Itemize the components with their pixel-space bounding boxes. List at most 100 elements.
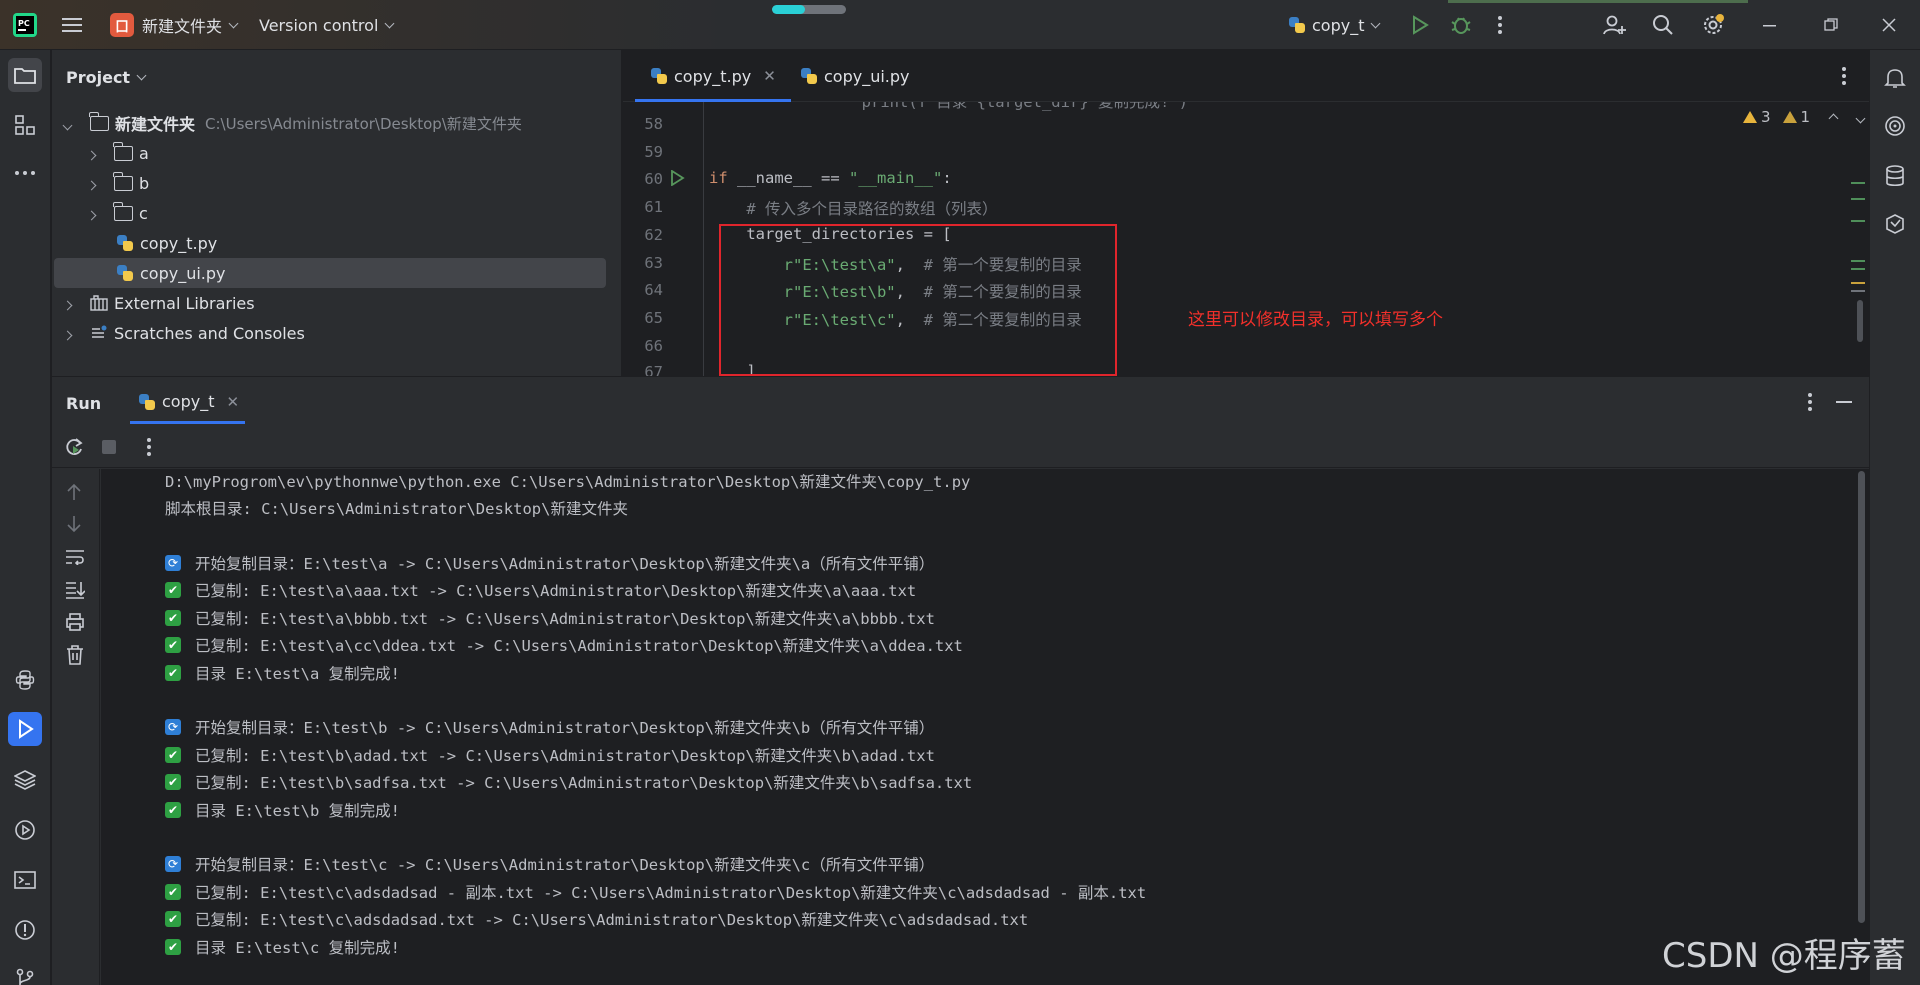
editor-more-button[interactable] [1841,66,1847,90]
chevron-up-icon[interactable] [1828,108,1839,126]
tree-item-label: External Libraries [114,293,255,313]
run-toolbar [52,426,1869,468]
database-button[interactable] [1879,160,1911,192]
code-line[interactable]: 58 [623,110,1823,138]
ai-assistant-button[interactable] [1879,110,1911,142]
run-panel-title: Run [66,394,102,413]
chevron-right-icon [62,300,73,310]
tab-copy-t[interactable]: copy_t.py ✕ [635,50,791,102]
tree-item-root[interactable]: 新建文件夹 C:\Users\Administrator\Desktop\新建文… [54,108,606,138]
version-control-menu[interactable]: Version control [259,0,395,50]
services-tool-button[interactable] [8,813,42,847]
tree-item-folder-a[interactable]: a [54,138,606,168]
check-icon: ✔ [165,747,181,763]
left-tool-strip [0,50,51,985]
vertical-dots-icon[interactable] [146,437,152,457]
code-line[interactable]: 61 # 传入多个目录路径的数组（列表） [623,193,1823,221]
console-output[interactable]: D:\myProgrom\ev\pythonnwe\python.exe C:\… [101,469,1869,985]
plugin-button[interactable] [1879,208,1911,240]
error-stripe-mark[interactable] [1851,268,1865,270]
rerun-icon[interactable] [64,437,84,457]
line-number: 66 [644,337,663,355]
python-packages-icon [15,670,35,690]
hide-panel-icon[interactable] [1836,401,1852,403]
project-panel-header[interactable]: Project [66,68,147,87]
right-tool-strip [1869,50,1920,985]
python-packages-button[interactable] [8,663,42,697]
vcs-label: Version control [259,15,379,35]
code-with-me-button[interactable] [1603,0,1627,50]
folder-icon [14,68,36,84]
debug-button[interactable] [1450,0,1472,50]
error-stripe-mark[interactable] [1851,182,1865,184]
code-line[interactable]: 60 if __name__ == "__main__": [623,165,1823,193]
folder-icon [89,111,109,131]
console-line: ✔ 已复制: E:\test\c\adsdadsad.txt -> C:\User… [165,907,1028,931]
project-switcher[interactable]: 囗 新建文件夹 [110,0,239,50]
soft-wrap-icon[interactable] [65,549,85,565]
code-text: if __name__ == "__main__": [709,169,952,187]
trash-icon[interactable] [66,645,84,665]
plugin-icon [1886,214,1904,234]
tree-item-folder-c[interactable]: c [54,198,606,228]
tree-item-label: copy_ui.py [140,263,226,283]
search-everywhere-button[interactable] [1652,0,1674,50]
background-task-progress[interactable] [772,5,846,14]
chevron-down-icon[interactable] [1855,108,1866,126]
scroll-position-mark[interactable] [1851,290,1865,292]
git-tool-button[interactable] [8,961,42,985]
tab-copy-ui[interactable]: copy_ui.py [785,50,925,102]
more-actions-button[interactable] [1497,0,1503,50]
error-stripe-mark[interactable] [1851,220,1865,222]
run-gutter-icon[interactable] [669,170,685,186]
run-button[interactable] [1410,0,1430,50]
run-panel-options-button[interactable] [1807,392,1813,416]
tree-item-scratches[interactable]: Scratches and Consoles [54,318,606,348]
code-line[interactable]: 59 [623,138,1823,166]
tree-item-external-libraries[interactable]: External Libraries [54,288,606,318]
console-line: ✔ 已复制: E:\test\b\adad.txt -> C:\Users\Adm… [165,743,935,767]
restore-button[interactable] [1824,0,1838,50]
run-config-selector[interactable]: copy_t [1288,0,1381,50]
terminal-tool-button[interactable] [8,863,42,897]
check-icon: ✔ [165,665,181,681]
tree-item-folder-b[interactable]: b [54,168,606,198]
project-panel: Project 新建文件夹 C:\Users\Administrator\Des… [52,50,670,376]
scroll-to-end-icon[interactable] [65,581,85,599]
console-scrollbar[interactable] [1858,471,1865,923]
run-tool-button[interactable] [8,712,42,746]
editor-scrollbar[interactable] [1857,300,1863,342]
close-tab-icon[interactable]: ✕ [763,67,776,85]
layers-tool-button[interactable] [8,763,42,797]
project-name: 新建文件夹 [142,17,223,36]
chevron-down-icon [62,120,73,130]
sync-icon: ⟳ [165,719,181,735]
arrow-up-icon[interactable] [66,483,82,501]
chevron-down-icon [228,18,239,28]
close-window-button[interactable] [1882,0,1896,50]
error-stripe-mark[interactable] [1851,198,1865,200]
folder-icon [113,171,133,191]
problems-icon [15,920,35,940]
arrow-down-icon[interactable] [66,515,82,533]
project-tool-button[interactable] [8,58,42,92]
app-logo[interactable]: PC [12,0,38,50]
console-line: ✔ 目录 E:\test\c 复制完成! [165,935,400,959]
stop-icon[interactable] [102,440,116,454]
error-stripe-mark[interactable] [1851,260,1865,262]
tree-item-copy-ui[interactable]: copy_ui.py [54,258,606,288]
run-tab-copy-t[interactable]: copy_t ✕ [130,377,246,426]
problems-tool-button[interactable] [8,913,42,947]
more-tools-button[interactable] [8,156,42,190]
chevron-right-icon [86,210,97,220]
minimize-button[interactable] [1763,0,1777,50]
structure-tool-button[interactable] [8,108,42,142]
settings-button[interactable] [1701,0,1725,50]
warning-stripe-mark[interactable] [1851,282,1865,284]
main-menu-button[interactable] [62,0,84,50]
print-icon[interactable] [65,613,85,631]
notifications-button[interactable] [1879,62,1911,94]
sync-icon: ⟳ [165,856,181,872]
tree-item-copy-t[interactable]: copy_t.py [54,228,606,258]
close-tab-icon[interactable]: ✕ [226,393,239,411]
